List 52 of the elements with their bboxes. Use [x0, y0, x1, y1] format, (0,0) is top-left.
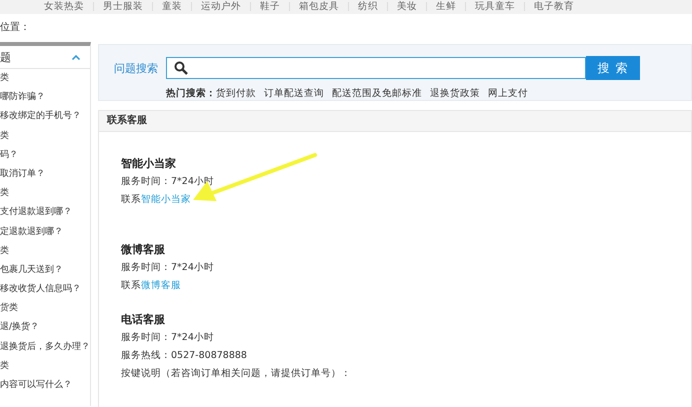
question-link[interactable]: 退/换货？ [0, 322, 40, 332]
nav-link[interactable]: 美妆 [397, 0, 417, 14]
service-info: 服务时间：7*24小时 [121, 261, 215, 275]
sidebar-header[interactable]: 题 [0, 46, 90, 69]
hot-search-link[interactable]: 订单配送查询 [264, 87, 324, 100]
category-label: 类 [0, 130, 9, 141]
nav-link[interactable]: 男士服装 [103, 0, 143, 14]
link-prefix: 联系 [121, 193, 141, 207]
service-title: 电话客服 [121, 312, 166, 328]
question-link[interactable]: 定退款退到哪？ [0, 226, 63, 236]
nav-link[interactable]: 运动户外 [201, 0, 241, 14]
search-field[interactable] [166, 57, 586, 79]
hot-search-link[interactable]: 配送范围及免邮标准 [332, 87, 422, 100]
question-link[interactable]: 码？ [0, 150, 18, 160]
nav-link[interactable]: 女装热卖 [44, 0, 84, 14]
service-info: 服务时间：7*24小时 [121, 331, 215, 345]
service-title: 微博客服 [121, 242, 166, 258]
question-link[interactable]: 移改收货人信息吗？ [0, 284, 81, 294]
question-link[interactable]: 退换货后，多久办理？ [0, 342, 90, 352]
category-label: 类 [0, 246, 9, 256]
hot-search-link[interactable]: 退换货政策 [430, 87, 480, 100]
category-label: 类 [0, 73, 9, 83]
nav-link[interactable]: 玩具童车 [475, 0, 515, 14]
caret-icon[interactable] [72, 54, 80, 60]
question-link[interactable]: 包裹几天送到？ [0, 264, 63, 275]
hot-search-link[interactable]: 货到付款 [216, 87, 256, 100]
question-link[interactable]: 内容可以写什么？ [0, 380, 72, 390]
hot-search-link[interactable]: 网上支付 [488, 87, 528, 100]
category-label: 类 [0, 188, 9, 198]
question-link[interactable]: 取消订单？ [0, 168, 45, 179]
breadcrumb-label: 位置： [0, 20, 31, 35]
category-label: 货类 [0, 303, 18, 314]
nav-link[interactable]: 纺织 [358, 0, 378, 14]
nav-link[interactable]: 鞋子 [260, 0, 280, 14]
category-label: 类 [0, 360, 9, 371]
nav-link[interactable]: 生鲜 [436, 0, 456, 14]
search-icon [174, 61, 188, 75]
service-title: 智能小当家 [121, 156, 177, 172]
nav-link[interactable]: 童装 [162, 0, 182, 14]
service-info: 按键说明（若咨询订单相关问题，请提供订单号）： [121, 367, 352, 381]
service-info: 服务热线：0527-80878888 [121, 349, 248, 363]
nav-link[interactable]: 电子教育 [534, 0, 574, 14]
search-label: 问题搜索 [114, 60, 159, 76]
link-prefix: 联系 [121, 279, 141, 293]
section-title: 联系客服 [99, 111, 691, 132]
question-link[interactable]: 移改绑定的手机号？ [0, 111, 81, 122]
sidebar-title: 题 [0, 50, 11, 64]
nav-link[interactable]: 箱包皮具 [299, 0, 339, 14]
search-button[interactable]: 搜 索 [586, 56, 640, 80]
hot-search-label: 热门搜索： [166, 87, 216, 100]
question-link[interactable]: 哪防诈骗？ [0, 92, 45, 102]
question-link[interactable]: 支付退款退到哪？ [0, 207, 72, 218]
